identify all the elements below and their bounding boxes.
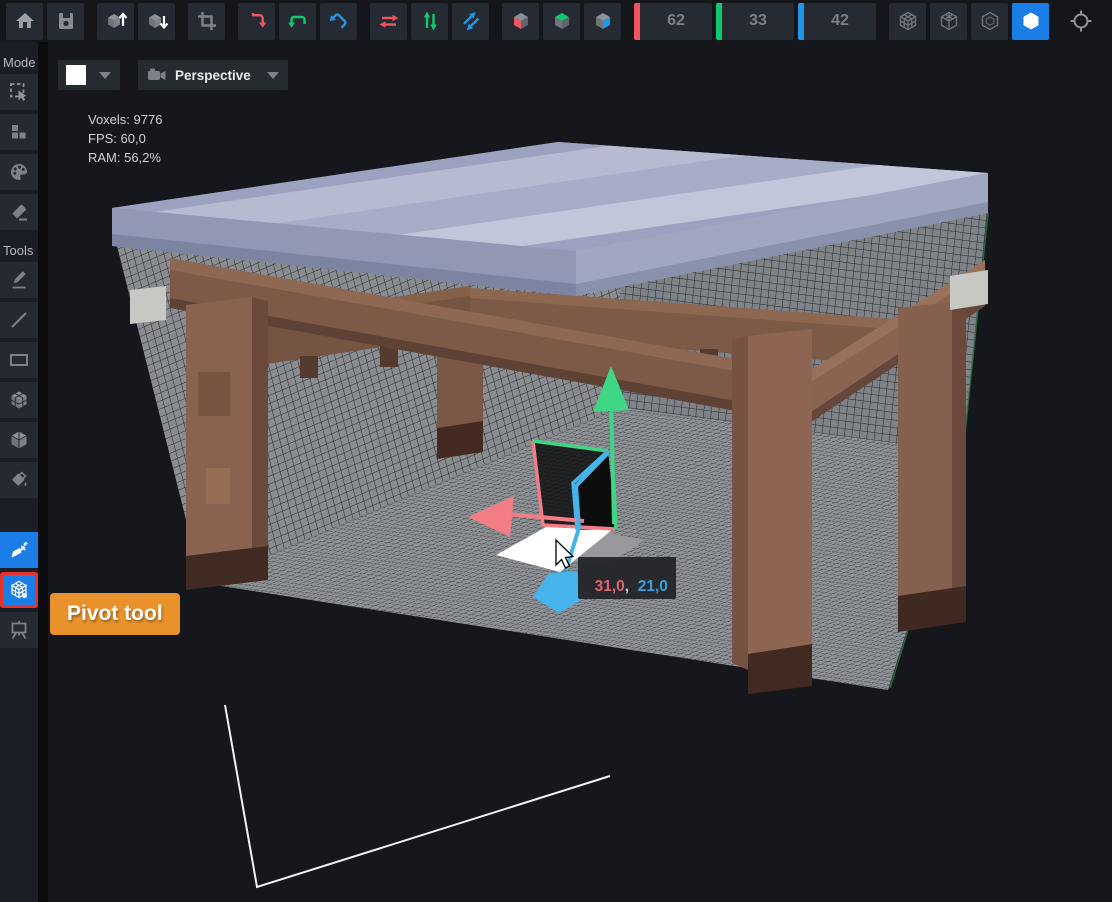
view-grid-full-button[interactable] (889, 3, 926, 40)
cube-outline-icon (979, 10, 1001, 32)
coordinate-x: 31,0 (595, 578, 625, 595)
mode-section-label: Mode (0, 55, 36, 74)
size-z-value: 42 (804, 12, 876, 30)
swap-diagonal-icon (460, 10, 482, 32)
home-button[interactable] (6, 3, 43, 40)
size-y-counter[interactable]: 33 (716, 3, 794, 40)
rectangle-icon (8, 349, 30, 371)
easel-icon (8, 619, 30, 641)
paint-bucket-icon (8, 469, 30, 491)
tool-fill-button[interactable] (0, 462, 38, 498)
color-swatch-dropdown[interactable] (58, 60, 120, 90)
crop-button[interactable] (188, 3, 225, 40)
voxel-cube-alt-icon (8, 429, 30, 451)
pivot-tool-tooltip: Pivot tool (50, 593, 180, 635)
mode-erase-button[interactable] (0, 194, 38, 230)
tool-rectangle-button[interactable] (0, 342, 38, 378)
tool-render-button[interactable] (0, 612, 38, 648)
view-grid-partial-button[interactable] (930, 3, 967, 40)
voxel-cube-icon (8, 389, 30, 411)
mirror-z-button[interactable] (584, 3, 621, 40)
pivot-cube-icon (8, 579, 30, 601)
cube-blue-face-icon (592, 10, 614, 32)
eraser-icon (8, 201, 30, 223)
palette-icon (8, 161, 30, 183)
ram-readout: RAM: 56,2% (88, 148, 162, 167)
pencil-icon (8, 269, 30, 291)
top-toolbar: 62 33 42 (0, 0, 1112, 42)
cube-red-face-icon (510, 10, 532, 32)
mirror-y-button[interactable] (543, 3, 580, 40)
rotate-y-button[interactable] (279, 3, 316, 40)
flip-y-button[interactable] (411, 3, 448, 40)
camera-icon (147, 67, 167, 83)
camera-mode-dropdown[interactable]: Perspective (138, 60, 288, 90)
camera-mode-label: Perspective (175, 68, 251, 83)
cube-green-face-icon (551, 10, 573, 32)
cube-arrow-down-icon (146, 10, 168, 32)
home-icon (14, 10, 36, 32)
ground-corner-lines (225, 705, 610, 887)
tool-pivot-button[interactable] (0, 572, 38, 608)
size-x-counter[interactable]: 62 (634, 3, 712, 40)
cube-arrow-up-icon (105, 10, 127, 32)
mode-select-button[interactable] (0, 74, 38, 110)
swap-vertical-icon (419, 10, 441, 32)
cube-partial-grid-icon (938, 10, 960, 32)
save-icon (55, 10, 77, 32)
save-button[interactable] (47, 3, 84, 40)
mode-blocks-button[interactable] (0, 114, 38, 150)
size-z-counter[interactable]: 42 (798, 3, 876, 40)
view-outline-button[interactable] (971, 3, 1008, 40)
tool-hollow-box-button[interactable] (0, 422, 38, 458)
tools-section-label: Tools (0, 243, 33, 262)
viewport-canvas[interactable] (0, 0, 1112, 902)
cube-down-button[interactable] (138, 3, 175, 40)
left-sidebar: Mode Tools (0, 42, 38, 902)
view-solid-button[interactable] (1012, 3, 1049, 40)
rotate-x-button[interactable] (238, 3, 275, 40)
line-icon (8, 309, 30, 331)
flip-x-button[interactable] (370, 3, 407, 40)
rotate-z-icon (328, 10, 350, 32)
cube-grid-icon (897, 10, 919, 32)
rotate-z-button[interactable] (320, 3, 357, 40)
rotate-y-icon (287, 10, 309, 32)
target-icon (1069, 9, 1093, 33)
blocks-icon (8, 121, 30, 143)
coordinate-z: 21,0 (638, 578, 668, 595)
cube-up-button[interactable] (97, 3, 134, 40)
dagger-icon (8, 539, 30, 561)
coordinate-separator: , (625, 578, 638, 595)
current-color-swatch (66, 65, 86, 85)
chevron-down-icon (99, 72, 111, 79)
tool-box-button[interactable] (0, 382, 38, 418)
tool-pencil-button[interactable] (0, 262, 38, 298)
sidebar-divider (38, 42, 48, 902)
marquee-select-icon (8, 81, 30, 103)
flip-z-button[interactable] (452, 3, 489, 40)
recenter-camera-button[interactable] (1062, 3, 1099, 40)
mirror-x-button[interactable] (502, 3, 539, 40)
rotate-x-icon (246, 10, 268, 32)
swap-horizontal-icon (378, 10, 400, 32)
crop-icon (196, 10, 218, 32)
viewport-stats: Voxels: 9776 FPS: 60,0 RAM: 56,2% (88, 110, 162, 167)
tool-line-button[interactable] (0, 302, 38, 338)
coordinate-tooltip: 31,0, 21,0 (578, 557, 676, 599)
voxel-count: Voxels: 9776 (88, 110, 162, 129)
mode-paint-button[interactable] (0, 154, 38, 190)
tool-picker-button[interactable] (0, 532, 38, 568)
hexagon-solid-icon (1020, 10, 1042, 32)
chevron-down-icon (267, 72, 279, 79)
size-x-value: 62 (640, 12, 712, 30)
fps-readout: FPS: 60,0 (88, 129, 162, 148)
size-y-value: 33 (722, 12, 794, 30)
